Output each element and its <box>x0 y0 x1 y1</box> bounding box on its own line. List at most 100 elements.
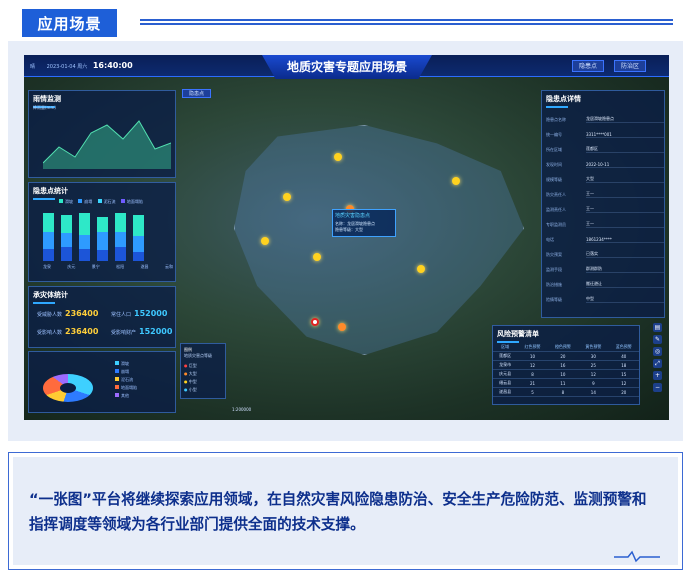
map-region <box>234 125 524 355</box>
hazard-pin[interactable] <box>417 265 425 273</box>
fullscreen-icon[interactable]: ⤢ <box>653 359 662 368</box>
zoom-in-icon[interactable]: + <box>653 371 662 380</box>
hazard-pin[interactable] <box>283 193 291 201</box>
table-cell: 莲都区 <box>493 351 518 361</box>
table-cell: 25 <box>578 360 609 370</box>
table-cell: 8 <box>547 387 579 397</box>
detail-value: 大型 <box>586 176 664 183</box>
dashboard-title: 地质灾害专题应用场景 <box>262 55 432 79</box>
table-header: 区域 <box>493 343 518 352</box>
detail-key: 规模等级 <box>546 176 562 182</box>
detail-row: 所在区域 莲都区 <box>542 142 664 157</box>
table-row[interactable]: 莲都区 10 20 30 40 <box>493 351 639 361</box>
table-row[interactable]: 庆元县 8 10 12 15 <box>493 369 639 379</box>
detail-key: 所在区域 <box>546 146 562 152</box>
weather-text: 晴 <box>30 64 36 70</box>
table-cell: 庆元县 <box>493 369 518 379</box>
dashboard-screenshot: 地质灾害隐患点 名称：龙居滑坡隐患点 隐患等级：大型 晴 2023-01-04 … <box>24 55 669 420</box>
axis-label: 降雨量(mm) <box>33 105 56 110</box>
table-cell: 10 <box>547 369 579 379</box>
section-badge: 应用场景 <box>22 9 117 37</box>
detail-row: 电话 1861234**** <box>542 232 664 247</box>
pulse-icon <box>614 550 660 563</box>
detail-row: 监测责任人 王一 <box>542 202 664 217</box>
hazard-pin[interactable] <box>338 323 346 331</box>
hazard-pin[interactable] <box>261 237 269 245</box>
detail-key: 防治措施 <box>546 281 562 287</box>
stacked-bar-chart <box>43 211 173 261</box>
detail-key: 电话 <box>546 236 554 242</box>
detail-value: 莲都区 <box>586 146 664 153</box>
panel-title: 风险预警清单 <box>493 326 639 343</box>
bar-categories: 龙泉 庆元 景宁 松阳 遂昌 云和 <box>43 264 173 269</box>
detail-key: 统一编号 <box>546 131 562 137</box>
table-cell: 21 <box>517 378 548 388</box>
table-cell: 10 <box>517 351 548 361</box>
map-filter-dropdown[interactable]: 隐患点 <box>182 89 212 98</box>
panel-title: 承灾体统计 <box>29 287 175 304</box>
detail-key: 发现时间 <box>546 161 562 167</box>
detail-key: 监测手段 <box>546 266 562 272</box>
table-cell: 12 <box>517 360 548 370</box>
detail-value: 王一 <box>586 221 664 228</box>
tab-control-zones[interactable]: 防治区 <box>614 60 647 72</box>
map-toolbar: ▤ ✎ ◎ ⤢ + − <box>653 323 663 395</box>
zoom-out-icon[interactable]: − <box>653 383 662 392</box>
hazard-popup: 地质灾害隐患点 名称：龙居滑坡隐患点 隐患等级：大型 <box>332 209 396 237</box>
detail-value: 王一 <box>586 206 664 213</box>
detail-value: 2022-10-11 <box>586 162 664 168</box>
location-icon[interactable]: ◎ <box>653 347 662 356</box>
detail-row: 险情等级 中型 <box>542 292 664 307</box>
table-cell: 20 <box>608 387 639 397</box>
rain-area-chart <box>43 120 171 169</box>
tab-hazard-points[interactable]: 隐患点 <box>572 60 605 72</box>
detail-key: 专职监测员 <box>546 221 566 227</box>
detail-key: 险情等级 <box>546 296 562 302</box>
pie-legend: 滑坡 崩塌 泥石流 地面塌陷 其他 <box>115 360 137 400</box>
stat-item: 受影响财产 152000 <box>111 327 173 336</box>
table-row[interactable]: 遂昌县 5 8 14 20 <box>493 387 639 397</box>
hazard-pin[interactable] <box>313 253 321 261</box>
detail-key: 隐患点名称 <box>546 116 566 122</box>
table-cell: 18 <box>608 360 639 370</box>
table-header: 蓝色预警 <box>608 343 639 352</box>
detail-value: 中型 <box>586 296 664 303</box>
detail-key: 监测责任人 <box>546 206 566 212</box>
stat-item: 常住人口 152000 <box>111 309 168 318</box>
table-cell: 14 <box>578 387 609 397</box>
detail-value: 搬迁避让 <box>586 281 664 288</box>
legend-subtitle: 地质灾害点等级 <box>184 353 212 358</box>
time-text: 16:40:00 <box>92 61 133 70</box>
detail-rows: 隐患点名称 龙居滑坡隐患点 统一编号 3311****001 所在区域 莲都区 发现时间 20… <box>542 112 664 307</box>
hazard-pin[interactable] <box>452 177 460 185</box>
table-cell: 5 <box>517 387 548 397</box>
popup-line: 隐患等级：大型 <box>335 227 363 232</box>
map-scale: 1:200000 <box>232 407 252 412</box>
detail-key: 防灾预案 <box>546 251 562 257</box>
caption-text: “一张图”平台将继续探索应用领域，在自然灾害风险隐患防治、安全生产危险防范、监测… <box>29 491 647 533</box>
detail-value: 王一 <box>586 191 664 198</box>
table-cell: 9 <box>578 378 609 388</box>
warning-table: 区域 红色预警 橙色预警 黄色预警 蓝色预警 莲都区 10 20 30 40 龙泉市 12 16 25 1… <box>493 343 639 397</box>
detail-value: 龙居滑坡隐患点 <box>586 116 664 123</box>
rain-panel: 雨情监测 降雨量(mm) <box>28 90 176 178</box>
selected-pin[interactable] <box>311 318 319 326</box>
pie-panel: 滑坡 崩塌 泥石流 地面塌陷 其他 <box>28 351 176 413</box>
bar-legend: 滑坡 崩塌 泥石流 地面塌陷 <box>59 199 143 205</box>
detail-row: 防灾责任人 王一 <box>542 187 664 202</box>
measure-icon[interactable]: ✎ <box>653 335 662 344</box>
date-text: 2023-01-04 周六 <box>46 64 88 70</box>
hazard-pin[interactable] <box>334 153 342 161</box>
detail-row: 防灾预案 已落实 <box>542 247 664 262</box>
table-cell: 遂昌县 <box>493 387 518 397</box>
table-cell: 12 <box>578 369 609 379</box>
map-legend: 图例 地质灾害点等级 ● 巨型 ● 大型 ● 中型 ● 小型 <box>180 343 226 399</box>
table-cell: 16 <box>547 360 579 370</box>
detail-value: 1861234**** <box>586 237 664 243</box>
table-row[interactable]: 缙云县 21 11 9 12 <box>493 378 639 388</box>
popup-title: 地质灾害隐患点 <box>335 213 371 219</box>
panel-title: 隐患点统计 <box>29 183 175 200</box>
detail-value: 群测群防 <box>586 266 664 273</box>
table-row[interactable]: 龙泉市 12 16 25 18 <box>493 360 639 370</box>
layers-icon[interactable]: ▤ <box>653 323 662 332</box>
